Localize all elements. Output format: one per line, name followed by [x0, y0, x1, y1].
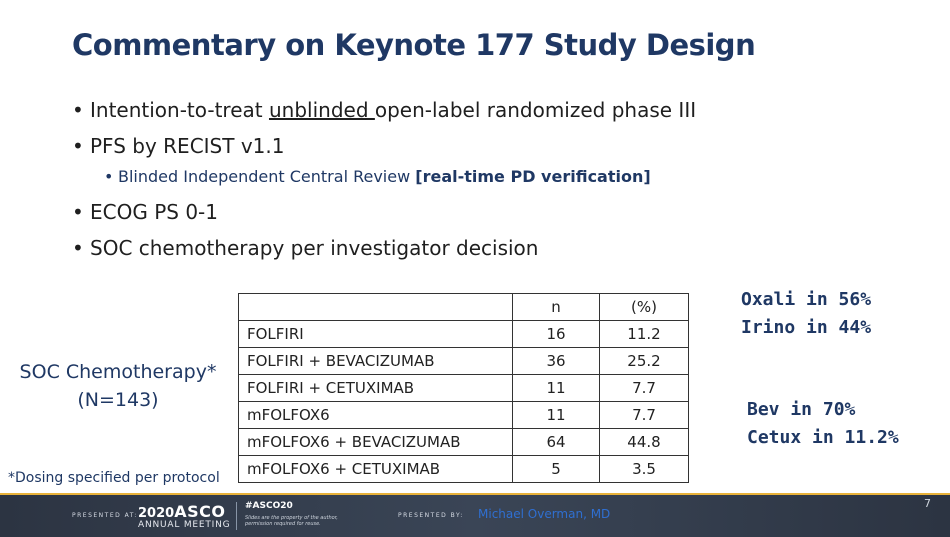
bev-cetux-note: Bev in 70% Cetux in 11.2%	[747, 399, 899, 448]
presented-at-label: PRESENTED AT:	[72, 512, 138, 519]
soc-chemotherapy-label: SOC Chemotherapy* (N=143)	[19, 361, 217, 411]
table-row: mFOLFOX6 + BEVACIZUMAB 64 44.8	[238, 428, 689, 456]
table-row: FOLFIRI 16 11.2	[238, 320, 689, 348]
footer-bar: PRESENTED AT: 2020ASCO ANNUAL MEETING #A…	[0, 493, 950, 537]
table-row: mFOLFOX6 + CETUXIMAB 5 3.5	[238, 455, 689, 483]
table-row: mFOLFOX6 11 7.7	[238, 401, 689, 429]
bullet-itt: • Intention-to-treat unblinded open-label…	[72, 94, 932, 130]
table-row: FOLFIRI + CETUXIMAB 11 7.7	[238, 374, 689, 402]
bullet-dot: •	[72, 134, 84, 158]
header-cell	[238, 293, 513, 321]
oxali-irino-note: Oxali in 56% Irino in 44%	[741, 289, 872, 338]
header-cell: n	[512, 293, 600, 321]
annual-meeting-label: ANNUAL MEETING	[138, 520, 231, 530]
sub-bullet-bicr: • Blinded Independent Central Review [rea…	[104, 167, 651, 186]
asco-logo: 2020ASCO	[138, 502, 226, 521]
bullet-dot: •	[72, 236, 84, 260]
bullet-dot: •	[72, 200, 84, 224]
table-header-row: n (%)	[238, 293, 689, 321]
bullet-dot: •	[72, 98, 84, 122]
underlined-text: unblinded	[268, 98, 375, 122]
header-cell: (%)	[599, 293, 689, 321]
table-row: FOLFIRI + BEVACIZUMAB 36 25.2	[238, 347, 689, 375]
presenter-name: Michael Overman, MD	[478, 507, 611, 521]
bullet-dot: •	[104, 167, 114, 186]
soc-table: n (%) FOLFIRI 16 11.2 FOLFIRI + BEVACIZU…	[238, 293, 689, 483]
presented-by-label: PRESENTED BY:	[398, 512, 464, 519]
bullet-pfs: • PFS by RECIST v1.1	[72, 130, 932, 166]
bullet-ecog: • ECOG PS 0-1	[72, 196, 932, 232]
footer-divider	[236, 502, 237, 530]
bullet-list: • Intention-to-treat unblinded open-label…	[72, 94, 932, 268]
page-number: 7	[924, 497, 931, 510]
hashtag: #ASCO20	[245, 501, 293, 511]
bullet-soc: • SOC chemotherapy per investigator decis…	[72, 232, 932, 268]
slide-title: Commentary on Keynote 177 Study Design	[72, 28, 756, 62]
fine-print: Slides are the property of the author, p…	[245, 515, 338, 527]
dosing-footnote: *Dosing specified per protocol	[8, 470, 220, 486]
